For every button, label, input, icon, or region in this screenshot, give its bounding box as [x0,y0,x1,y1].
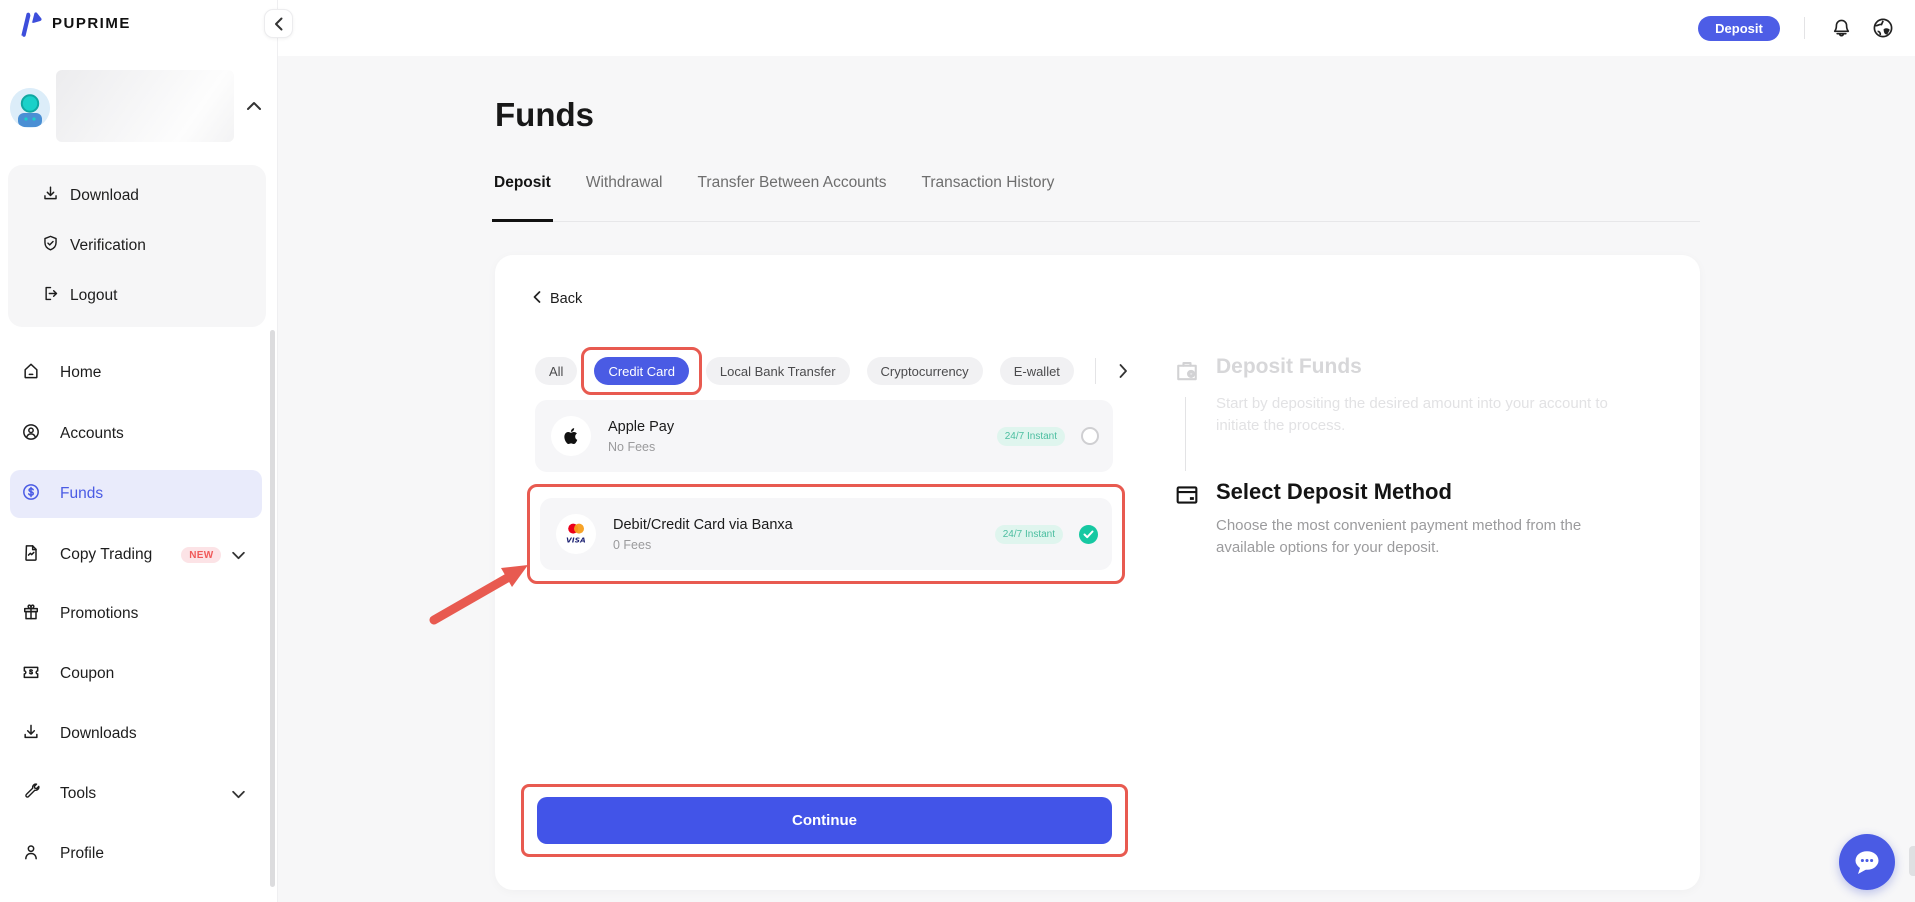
deposit-card: Back All Credit Card Local Bank Transfer… [495,255,1700,890]
apple-pay-icon [551,416,591,456]
sidebar: PUPRIME [0,0,278,902]
edge-handle[interactable] [1909,846,1915,876]
step-description-deposit-funds: Start by depositing the desired amount i… [1216,393,1652,437]
svg-text:VISA: VISA [566,536,586,545]
profile-icon [21,842,41,867]
method-row-apple-pay[interactable]: Apple Pay No Fees 24/7 Instant [535,400,1113,472]
continue-button[interactable]: Continue [537,797,1112,844]
select-method-step-icon [1173,481,1201,509]
back-label: Back [550,291,582,307]
filter-chip-e-wallet[interactable]: E-wallet [1000,357,1074,385]
menu-item-verification[interactable]: Verification [8,221,266,271]
accounts-icon [21,422,41,447]
step-description-select-method: Choose the most convenient payment metho… [1216,515,1626,559]
chevron-right-icon[interactable] [1113,358,1135,384]
sidebar-item-profile[interactable]: Profile [10,830,262,878]
globe-icon[interactable] [1871,16,1895,40]
new-badge: NEW [181,547,221,563]
filter-chip-cryptocurrency[interactable]: Cryptocurrency [867,357,983,385]
chevron-up-icon[interactable] [246,98,262,116]
downloads-icon [21,722,41,747]
filter-chip-credit-card[interactable]: Credit Card [594,357,688,385]
sidebar-item-label: Funds [60,485,103,503]
sidebar-item-label: Tools [60,785,96,803]
deposit-funds-step-icon [1173,357,1201,385]
page-title: Funds [495,96,594,134]
sidebar-item-label: Home [60,364,101,382]
method-name: Apple Pay [608,419,674,435]
puprime-funds-page: Deposit [0,0,1915,902]
menu-item-label: Logout [70,287,117,305]
chips-divider [1095,358,1096,384]
tab-deposit[interactable]: Deposit [492,168,553,221]
check-selected-icon[interactable] [1079,525,1098,544]
account-menu: Download Verification Logout [8,165,266,327]
chevron-left-icon [533,291,541,307]
filter-chip-local-bank-transfer[interactable]: Local Bank Transfer [706,357,850,385]
sidebar-item-promotions[interactable]: Promotions [10,590,262,638]
promotions-icon [21,602,41,627]
menu-item-label: Download [70,187,139,205]
tab-withdrawal[interactable]: Withdrawal [584,168,665,221]
chat-bubble-icon[interactable] [1839,834,1895,890]
sidebar-item-copy-trading[interactable]: Copy Trading NEW [10,531,262,579]
visa-mastercard-icon: VISA [556,514,596,554]
payment-filter-chips: All Credit Card Local Bank Transfer Cryp… [535,357,1135,385]
blurred-account-name [56,70,234,142]
method-fees: 0 Fees [613,538,793,552]
brand-name: PUPRIME [52,15,131,32]
instant-badge: 24/7 Instant [995,525,1063,544]
logout-icon [41,284,60,308]
sidebar-item-coupon[interactable]: Coupon [10,650,262,698]
back-link[interactable]: Back [533,291,582,307]
user-summary[interactable] [0,66,278,146]
sidebar-item-label: Downloads [60,725,137,743]
avatar [10,88,50,128]
menu-item-logout[interactable]: Logout [8,271,266,321]
menu-item-download[interactable]: Download [8,171,266,221]
sidebar-item-label: Coupon [60,665,114,683]
sidebar-item-label: Promotions [60,605,138,623]
step-connector-line [1185,397,1186,471]
menu-item-label: Verification [70,237,146,255]
header-divider [1804,17,1805,39]
sidebar-item-label: Copy Trading [60,546,152,564]
bell-icon[interactable] [1829,16,1853,40]
method-fees: No Fees [608,440,674,454]
instant-badge: 24/7 Instant [997,427,1065,446]
sidebar-item-accounts[interactable]: Accounts [10,410,262,458]
puprime-logo: PUPRIME [16,10,131,37]
sidebar-item-funds[interactable]: Funds [10,470,262,518]
tab-transaction-history[interactable]: Transaction History [919,168,1056,221]
funds-icon [21,482,41,507]
coupon-icon [21,662,41,687]
sidebar-item-label: Accounts [60,425,124,443]
tab-transfer-between-accounts[interactable]: Transfer Between Accounts [696,168,889,221]
puprime-logo-icon [16,10,45,37]
sidebar-item-home[interactable]: Home [10,349,262,397]
funds-tabs: Deposit Withdrawal Transfer Between Acco… [492,168,1700,222]
sidebar-item-downloads[interactable]: Downloads [10,710,262,758]
chevron-down-icon[interactable] [231,547,246,565]
tools-icon [21,782,41,807]
sidebar-collapse-button[interactable] [264,9,293,38]
step-title-select-method: Select Deposit Method [1216,479,1452,505]
method-name: Debit/Credit Card via Banxa [613,517,793,533]
header-deposit-button[interactable]: Deposit [1698,16,1780,41]
step-title-deposit-funds: Deposit Funds [1216,355,1362,379]
method-row-banxa-card[interactable]: VISA Debit/Credit Card via Banxa 0 Fees … [540,498,1112,570]
download-icon [41,184,60,208]
radio-unselected-icon[interactable] [1081,427,1099,445]
chevron-down-icon[interactable] [231,786,246,804]
copy-trading-icon [21,543,41,568]
filter-chip-all[interactable]: All [535,357,577,385]
sidebar-scrollbar[interactable] [270,330,275,887]
sidebar-item-tools[interactable]: Tools [10,770,262,818]
home-icon [21,361,41,386]
sidebar-item-label: Profile [60,845,104,863]
shield-check-icon [41,234,60,258]
